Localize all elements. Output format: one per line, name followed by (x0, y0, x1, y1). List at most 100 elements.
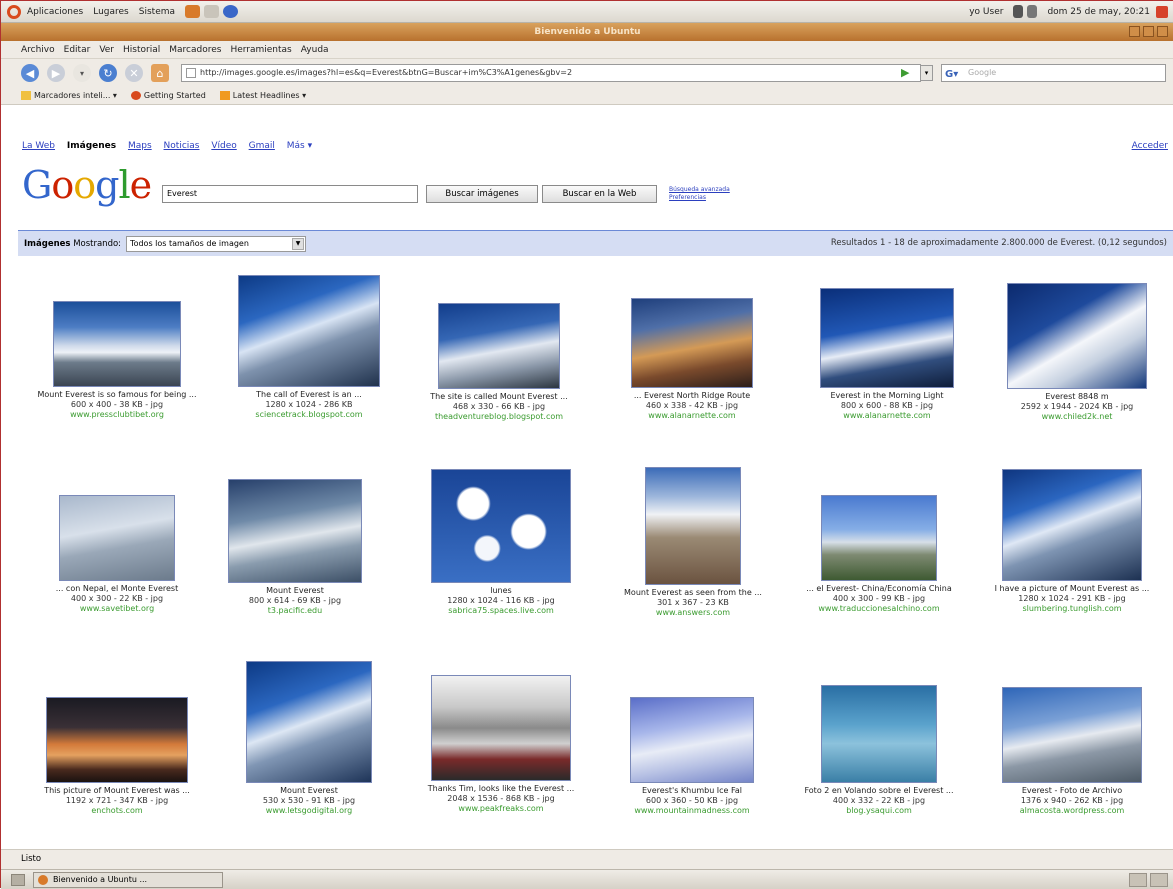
show-desktop-icon[interactable] (11, 873, 25, 886)
result-thumbnail[interactable] (246, 661, 372, 783)
result-thumbnail[interactable] (53, 301, 181, 387)
result-item[interactable]: The call of Everest is an ... 1280 x 102… (224, 275, 394, 420)
result-url[interactable]: almacosta.wordpress.com (987, 806, 1157, 816)
result-url[interactable]: sabrica75.spaces.live.com (416, 606, 586, 616)
result-url[interactable]: www.savetibet.org (32, 604, 202, 614)
url-dropdown-button[interactable]: ▾ (920, 65, 933, 81)
nav-news[interactable]: Noticias (164, 141, 200, 151)
shutdown-icon[interactable] (1156, 5, 1168, 18)
result-thumbnail[interactable] (630, 697, 754, 783)
query-input[interactable]: Everest (162, 185, 418, 203)
result-item[interactable]: This picture of Mount Everest was ... 11… (32, 697, 202, 816)
menu-marcadores[interactable]: Marcadores (169, 45, 221, 55)
preferences-link[interactable]: Preferencias (669, 194, 706, 201)
nav-more[interactable]: Más ▾ (287, 141, 312, 151)
result-item[interactable]: I have a picture of Mount Everest as ...… (987, 469, 1157, 614)
result-url[interactable]: www.chiled2k.net (992, 412, 1162, 422)
result-thumbnail[interactable] (1002, 687, 1142, 783)
forward-icon[interactable]: ▶ (47, 64, 65, 82)
menu-ayuda[interactable]: Ayuda (301, 45, 329, 55)
bookmark-latest-headlines[interactable]: Latest Headlines ▾ (219, 91, 306, 100)
result-item[interactable]: ... con Nepal, el Monte Everest 400 x 30… (32, 495, 202, 614)
bookmark-smart[interactable]: Marcadores inteli... ▾ (21, 91, 117, 100)
ubuntu-logo-icon[interactable] (7, 4, 21, 19)
result-url[interactable]: www.letsgodigital.org (224, 806, 394, 816)
firefox-launcher-icon[interactable] (185, 5, 201, 18)
window-titlebar[interactable]: Bienvenido a Ubuntu (1, 23, 1173, 41)
result-url[interactable]: slumbering.tunglish.com (987, 604, 1157, 614)
signin-link[interactable]: Acceder (1132, 141, 1168, 151)
menu-editar[interactable]: Editar (64, 45, 91, 55)
minimize-button[interactable] (1129, 26, 1140, 37)
panel-menu-applications[interactable]: Aplicaciones (27, 7, 83, 17)
nav-video[interactable]: Vídeo (211, 141, 236, 151)
result-thumbnail[interactable] (1002, 469, 1142, 581)
search-web-button[interactable]: Buscar en la Web (542, 185, 657, 203)
result-url[interactable]: blog.ysaqui.com (794, 806, 964, 816)
result-item[interactable]: Mount Everest as seen from the ... 301 x… (608, 467, 778, 618)
nav-maps[interactable]: Maps (128, 141, 152, 151)
result-url[interactable]: www.alanarnette.com (802, 411, 972, 421)
maximize-button[interactable] (1143, 26, 1154, 37)
search-input[interactable]: G▾ Google (941, 64, 1166, 82)
result-item[interactable]: Everest's Khumbu Ice Fal 600 x 360 - 50 … (607, 697, 777, 816)
panel-user[interactable]: yo User (969, 7, 1003, 17)
result-thumbnail[interactable] (1007, 283, 1147, 389)
result-thumbnail[interactable] (431, 675, 571, 781)
menu-historial[interactable]: Historial (123, 45, 160, 55)
result-thumbnail[interactable] (438, 303, 560, 389)
result-thumbnail[interactable] (59, 495, 175, 581)
result-thumbnail[interactable] (238, 275, 380, 387)
taskbar-window-button[interactable]: Bienvenido a Ubuntu ... (33, 871, 223, 888)
size-filter-select[interactable]: Todos los tamaños de imagen ▼ (126, 235, 307, 252)
help-launcher-icon[interactable] (223, 5, 239, 18)
result-thumbnail[interactable] (821, 685, 937, 783)
menu-ver[interactable]: Ver (99, 45, 114, 55)
workspace-switcher[interactable] (1126, 872, 1168, 887)
close-button[interactable] (1157, 26, 1168, 37)
network-icon[interactable] (1013, 5, 1024, 18)
result-item[interactable]: ... Everest North Ridge Route 460 x 338 … (607, 298, 777, 421)
stop-icon[interactable]: ✕ (125, 64, 143, 82)
result-url[interactable]: www.pressclubtibet.org (32, 410, 202, 420)
trash-icon[interactable] (1150, 872, 1168, 887)
go-arrow-icon[interactable]: ▶ (901, 66, 909, 79)
result-thumbnail[interactable] (820, 288, 954, 388)
bookmark-getting-started[interactable]: Getting Started (130, 91, 206, 100)
result-item[interactable]: lunes 1280 x 1024 - 116 KB - jpg sabrica… (416, 469, 586, 616)
home-icon[interactable]: ⌂ (151, 64, 169, 82)
result-url[interactable]: sciencetrack.blogspot.com (224, 410, 394, 420)
panel-menu-system[interactable]: Sistema (139, 7, 175, 17)
result-thumbnail[interactable] (46, 697, 188, 783)
result-thumbnail[interactable] (821, 495, 937, 581)
nav-web[interactable]: La Web (22, 141, 55, 151)
advanced-search-link[interactable]: Búsqueda avanzada (669, 186, 730, 193)
mail-launcher-icon[interactable] (204, 5, 220, 18)
back-icon[interactable]: ◀ (21, 64, 39, 82)
google-search-engine-icon[interactable]: G▾ (945, 67, 958, 83)
result-item[interactable]: Everest in the Morning Light 800 x 600 -… (802, 288, 972, 421)
nav-gmail[interactable]: Gmail (249, 141, 275, 151)
result-url[interactable]: www.mountainmadness.com (607, 806, 777, 816)
workspace-1[interactable] (1129, 872, 1147, 887)
result-item[interactable]: ... el Everest- China/Economía China 400… (794, 495, 964, 614)
result-url[interactable]: www.answers.com (608, 608, 778, 618)
result-thumbnail[interactable] (431, 469, 571, 583)
google-logo[interactable]: Google (22, 163, 152, 207)
panel-menu-places[interactable]: Lugares (93, 7, 129, 17)
result-url[interactable]: www.traduccionesalchino.com (794, 604, 964, 614)
result-item[interactable]: Mount Everest is so famous for being ...… (32, 301, 202, 420)
result-item[interactable]: Everest - Foto de Archivo 1376 x 940 - 2… (987, 687, 1157, 816)
result-item[interactable]: The site is called Mount Everest ... 468… (414, 303, 584, 422)
result-thumbnail[interactable] (645, 467, 741, 585)
result-url[interactable]: t3.pacific.edu (210, 606, 380, 616)
result-item[interactable]: Thanks Tim, looks like the Everest ... 2… (416, 675, 586, 814)
menu-archivo[interactable]: Archivo (21, 45, 55, 55)
result-url[interactable]: www.alanarnette.com (607, 411, 777, 421)
result-thumbnail[interactable] (228, 479, 362, 583)
result-url[interactable]: www.peakfreaks.com (416, 804, 586, 814)
volume-icon[interactable] (1027, 5, 1038, 18)
result-url[interactable]: enchots.com (32, 806, 202, 816)
result-thumbnail[interactable] (631, 298, 753, 388)
search-images-button[interactable]: Buscar imágenes (426, 185, 538, 203)
